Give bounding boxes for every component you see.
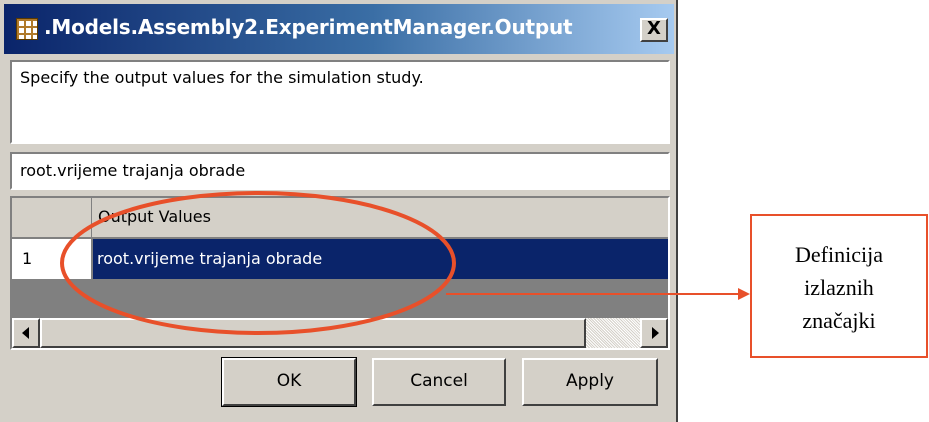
horizontal-scrollbar[interactable]: [12, 318, 668, 348]
column-header-output-values[interactable]: Output Values: [92, 198, 668, 238]
row-header[interactable]: 1: [12, 239, 92, 279]
apply-button[interactable]: Apply: [522, 358, 658, 406]
ok-button[interactable]: OK: [221, 357, 357, 407]
scrollbar-track[interactable]: [586, 318, 640, 348]
cancel-button[interactable]: Cancel: [372, 358, 506, 406]
table-icon: [16, 18, 38, 40]
callout-line-2: izlaznih: [804, 275, 874, 300]
callout-line-3: značajki: [802, 308, 876, 333]
selected-value-field[interactable]: root.vrijeme trajanja obrade: [10, 152, 670, 190]
title-bar[interactable]: .Models.Assembly2.ExperimentManager.Outp…: [4, 4, 674, 54]
window-title: .Models.Assembly2.ExperimentManager.Outp…: [44, 15, 573, 39]
scroll-left-arrow-icon[interactable]: [12, 318, 40, 348]
annotation-callout-box: Definicija izlaznih značajki: [750, 214, 928, 358]
callout-line-1: Definicija: [795, 242, 883, 267]
table-row-cell-selected[interactable]: root.vrijeme trajanja obrade: [93, 239, 668, 279]
description-text: Specify the output values for the simula…: [20, 68, 424, 87]
description-box: Specify the output values for the simula…: [10, 60, 670, 144]
scroll-right-arrow-icon[interactable]: [640, 318, 668, 348]
grid-corner-cell: [12, 198, 92, 238]
close-button[interactable]: X: [640, 18, 668, 42]
output-values-grid: Output Values 1 root.vrijeme trajanja ob…: [10, 196, 670, 350]
output-dialog: .Models.Assembly2.ExperimentManager.Outp…: [0, 0, 678, 422]
callout-arrowhead-icon: [738, 288, 750, 300]
scrollbar-thumb[interactable]: [40, 318, 586, 348]
selected-value-text: root.vrijeme trajanja obrade: [20, 161, 246, 180]
